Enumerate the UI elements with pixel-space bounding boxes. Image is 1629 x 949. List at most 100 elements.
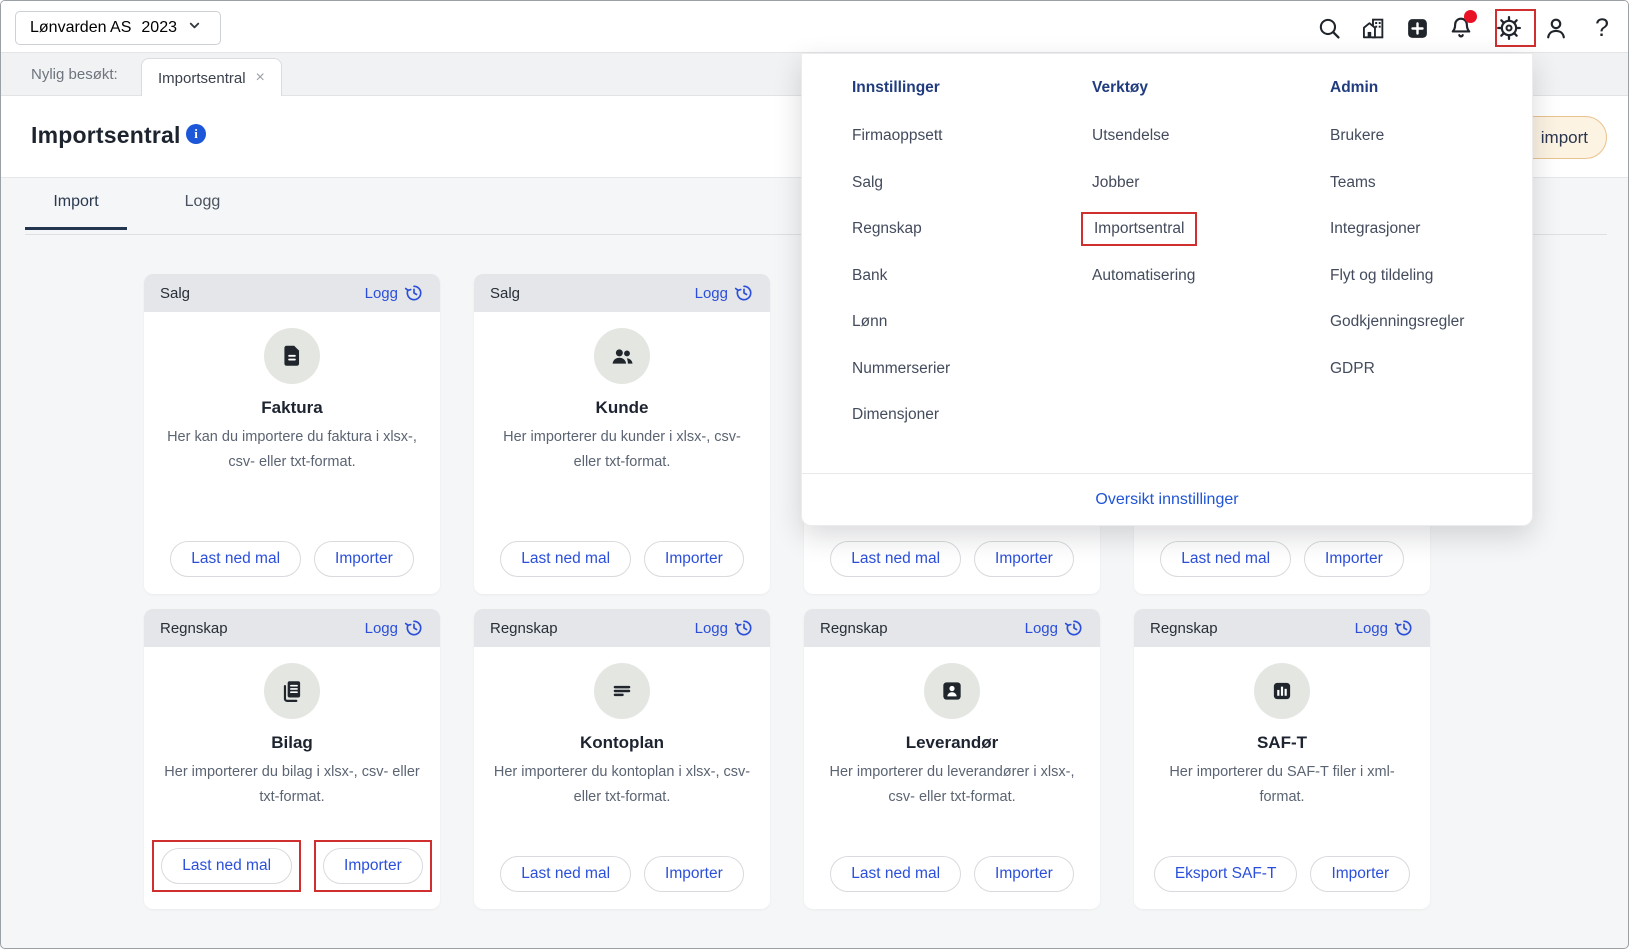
card-category: Salg	[160, 285, 190, 302]
customers-people-icon	[594, 328, 650, 384]
importer-button[interactable]: Importer	[974, 856, 1074, 892]
history-icon	[734, 618, 754, 638]
menu-item-godkjenningsregler[interactable]: Godkjenningsregler	[1330, 299, 1520, 346]
menu-item-teams[interactable]: Teams	[1330, 160, 1520, 207]
company-year: 2023	[141, 19, 177, 37]
importer-button[interactable]: Importer	[1310, 856, 1410, 892]
oversikt-innstillinger-link[interactable]: Oversikt innstillinger	[1095, 491, 1238, 509]
last-ned-mal-button[interactable]: Last ned mal	[170, 541, 301, 577]
recent-tab-label: Importsentral	[158, 70, 246, 87]
card-logg-link[interactable]: Logg	[1025, 618, 1084, 638]
card-logg-link[interactable]: Logg	[695, 618, 754, 638]
card-category: Regnskap	[820, 620, 888, 637]
importer-button[interactable]: Importer	[1304, 541, 1404, 577]
menu-item-utsendelse[interactable]: Utsendelse	[1092, 113, 1312, 160]
highlight-box-importsentral[interactable]: Importsentral	[1081, 212, 1197, 246]
card-actions: Last ned mal Importer	[804, 541, 1100, 577]
top-bar: Lønvarden AS 2023	[1, 1, 1628, 53]
last-ned-mal-button[interactable]: Last ned mal	[830, 856, 961, 892]
tab-logg[interactable]: Logg	[151, 193, 253, 227]
card-header: Salg Logg	[144, 274, 440, 312]
card-logg-link[interactable]: Logg	[365, 618, 424, 638]
importer-button[interactable]: Importer	[323, 848, 423, 884]
company-selector[interactable]: Lønvarden AS 2023	[15, 11, 221, 45]
menu-item-flyt-og-tildeling[interactable]: Flyt og tildeling	[1330, 253, 1520, 300]
invoice-document-icon	[264, 328, 320, 384]
card-logg-link[interactable]: Logg	[695, 283, 754, 303]
card-actions: Last ned mal Importer	[1134, 541, 1430, 577]
card-description: Her importerer du bilag i xlsx-, csv- el…	[158, 760, 426, 810]
app-window: Lønvarden AS 2023	[0, 0, 1629, 949]
menu-column-title: Admin	[1330, 54, 1520, 98]
menu-item-regnskap[interactable]: Regnskap	[852, 206, 1072, 253]
history-icon	[1394, 618, 1414, 638]
last-ned-mal-button[interactable]: Last ned mal	[500, 541, 631, 577]
card-actions: Eksport SAF-T Importer	[1134, 856, 1430, 892]
user-profile-icon[interactable]	[1542, 14, 1570, 42]
page-title: Importsentral	[31, 122, 181, 149]
importer-button[interactable]: Importer	[314, 541, 414, 577]
history-icon	[404, 618, 424, 638]
notifications-bell-icon[interactable]	[1447, 14, 1475, 42]
card-title: Kunde	[474, 398, 770, 418]
card-category: Regnskap	[490, 620, 558, 637]
menu-item-firmaoppsett[interactable]: Firmaoppsett	[852, 113, 1072, 160]
last-ned-mal-button[interactable]: Last ned mal	[830, 541, 961, 577]
highlight-box-gear	[1495, 9, 1536, 47]
card-logg-label: Logg	[1025, 620, 1058, 637]
importer-button[interactable]: Importer	[644, 541, 744, 577]
last-ned-mal-button[interactable]: Last ned mal	[500, 856, 631, 892]
menu-item-integrasjoner[interactable]: Integrasjoner	[1330, 206, 1520, 253]
import-card-bilag: Regnskap Logg Bilag Her importerer du bi…	[144, 609, 440, 909]
card-logg-link[interactable]: Logg	[1355, 618, 1414, 638]
help-icon[interactable]: ?	[1588, 14, 1616, 42]
card-actions: Last ned mal Importer	[144, 840, 440, 892]
import-card-kunde: Salg Logg Kunde Her importerer du kunder…	[474, 274, 770, 594]
menu-column-innstillinger: Innstillinger Firmaoppsett Salg Regnskap…	[852, 54, 1072, 439]
menu-item-automatisering[interactable]: Automatisering	[1092, 253, 1312, 300]
importer-button[interactable]: Importer	[644, 856, 744, 892]
card-title: Kontoplan	[474, 733, 770, 753]
tab-import[interactable]: Import	[25, 193, 127, 230]
info-icon[interactable]: i	[186, 124, 206, 144]
importer-button[interactable]: Importer	[974, 541, 1074, 577]
content-tabs: Import Logg	[25, 193, 253, 235]
card-description: Her kan du importere du faktura i xlsx-,…	[158, 425, 426, 475]
import-card-kontoplan: Regnskap Logg Kontoplan Her importerer	[474, 609, 770, 909]
menu-column-verktoy: Verktøy Utsendelse Jobber Importsentral …	[1092, 54, 1312, 299]
close-icon[interactable]: ×	[256, 70, 265, 86]
eksport-saft-button[interactable]: Eksport SAF-T	[1154, 856, 1298, 892]
menu-column-title: Verktøy	[1092, 54, 1312, 98]
menu-item-dimensjoner[interactable]: Dimensjoner	[852, 392, 1072, 439]
recent-tab-importsentral[interactable]: Importsentral ×	[141, 58, 282, 97]
last-ned-mal-button[interactable]: Last ned mal	[1160, 541, 1291, 577]
search-icon[interactable]	[1315, 14, 1343, 42]
menu-column-title: Innstillinger	[852, 54, 1072, 98]
card-title: SAF-T	[1134, 733, 1430, 753]
history-icon	[404, 283, 424, 303]
card-logg-link[interactable]: Logg	[365, 283, 424, 303]
add-new-icon[interactable]	[1403, 14, 1431, 42]
menu-item-salg[interactable]: Salg	[852, 160, 1072, 207]
card-category: Regnskap	[1150, 620, 1218, 637]
menu-item-importsentral[interactable]: Importsentral	[1092, 206, 1312, 253]
chart-of-accounts-lines-icon	[594, 663, 650, 719]
company-buildings-icon[interactable]	[1359, 14, 1387, 42]
menu-column-admin: Admin Brukere Teams Integrasjoner Flyt o…	[1330, 54, 1520, 392]
card-title: Bilag	[144, 733, 440, 753]
card-header: Regnskap Logg	[144, 609, 440, 647]
card-actions: Last ned mal Importer	[474, 856, 770, 892]
menu-item-brukere[interactable]: Brukere	[1330, 113, 1520, 160]
card-description: Her importerer du leverandører i xlsx-, …	[818, 760, 1086, 810]
history-icon	[734, 283, 754, 303]
menu-item-gdpr[interactable]: GDPR	[1330, 346, 1520, 393]
last-ned-mal-button[interactable]: Last ned mal	[161, 848, 292, 884]
vouchers-stack-icon	[264, 663, 320, 719]
menu-item-lonn[interactable]: Lønn	[852, 299, 1072, 346]
highlight-box-last-ned-mal: Last ned mal	[152, 840, 301, 892]
menu-item-nummerserier[interactable]: Nummerserier	[852, 346, 1072, 393]
menu-item-bank[interactable]: Bank	[852, 253, 1072, 300]
card-description: Her importerer du kunder i xlsx-, csv- e…	[488, 425, 756, 475]
card-category: Regnskap	[160, 620, 228, 637]
menu-item-jobber[interactable]: Jobber	[1092, 160, 1312, 207]
